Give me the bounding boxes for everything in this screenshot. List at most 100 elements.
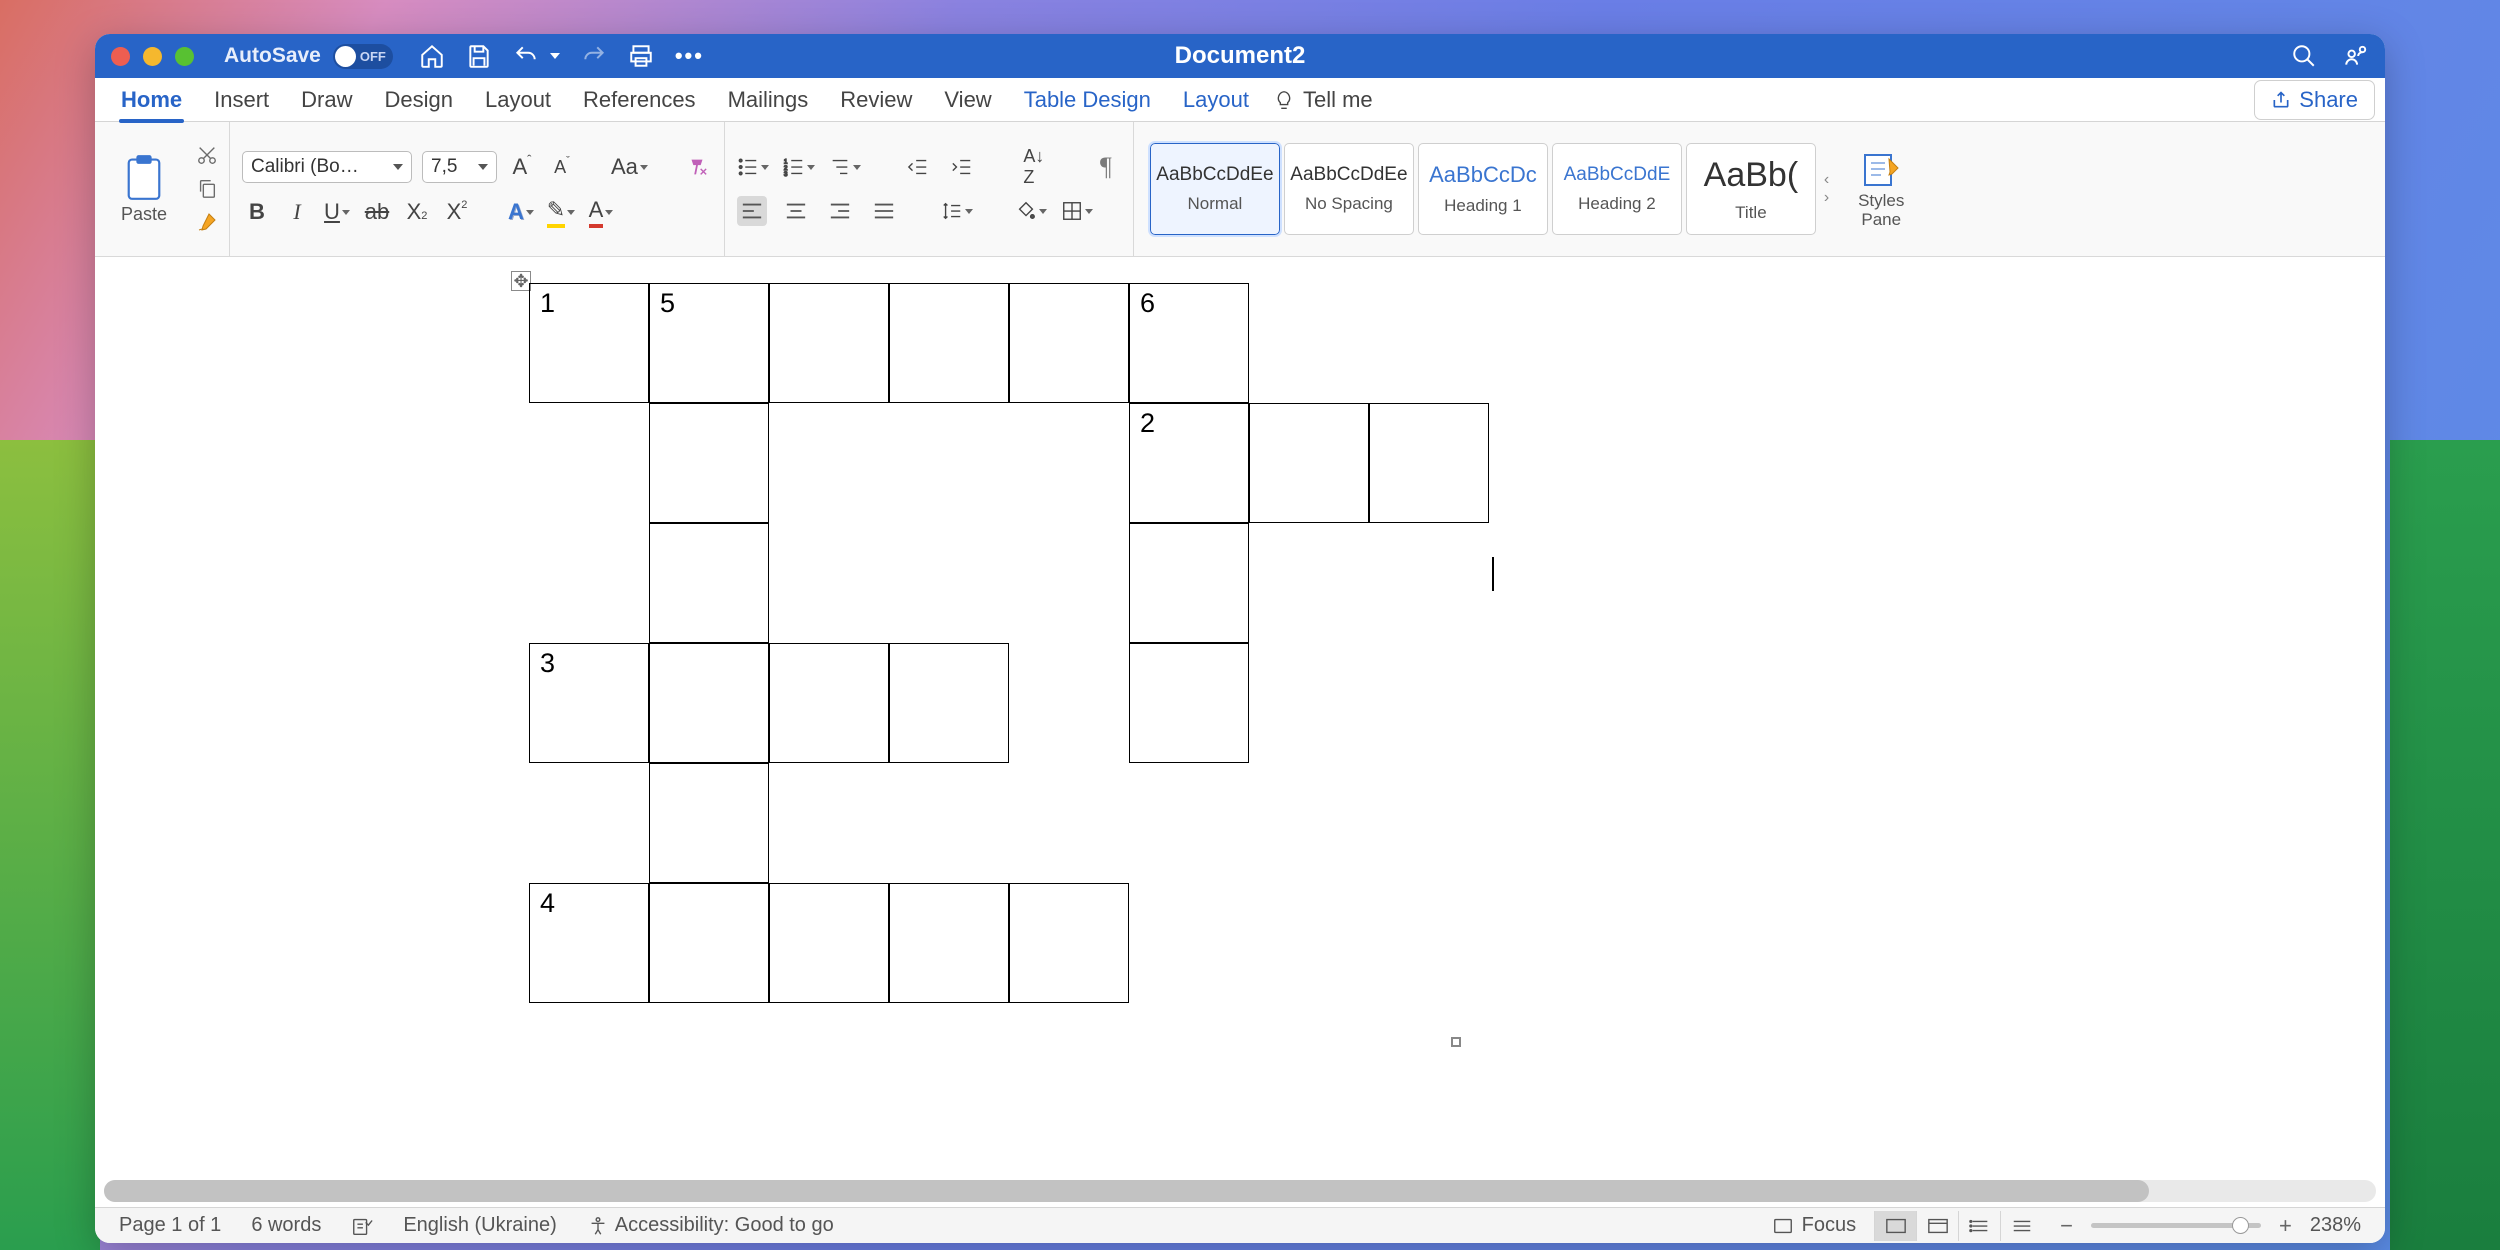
copy-icon[interactable]: [196, 177, 218, 199]
redo-icon[interactable]: [581, 43, 607, 69]
align-center-button[interactable]: [781, 196, 811, 226]
zoom-in-button[interactable]: +: [2279, 1213, 2292, 1239]
decrease-indent-button[interactable]: [903, 152, 933, 182]
cell-6[interactable]: 6: [1130, 284, 1248, 323]
underline-button[interactable]: U: [322, 197, 352, 227]
web-layout-view[interactable]: [1916, 1211, 1958, 1241]
minimize-window-button[interactable]: [143, 47, 162, 66]
paragraph-group: 123 A↓Z ¶: [725, 122, 1134, 256]
cell-1[interactable]: 1: [530, 284, 648, 323]
search-icon[interactable]: [2291, 43, 2317, 69]
outline-view[interactable]: [1958, 1211, 2000, 1241]
word-count[interactable]: 6 words: [251, 1214, 321, 1237]
tab-layout[interactable]: Layout: [469, 78, 567, 122]
tab-design[interactable]: Design: [369, 78, 469, 122]
ribbon-tabs: Home Insert Draw Design Layout Reference…: [95, 78, 2385, 122]
tab-table-layout[interactable]: Layout: [1167, 78, 1265, 122]
save-icon[interactable]: [466, 43, 492, 69]
shrink-font-button[interactable]: Aˇ: [547, 152, 577, 182]
align-right-button[interactable]: [825, 196, 855, 226]
undo-dropdown-icon[interactable]: [550, 53, 560, 59]
status-bar: Page 1 of 1 6 words English (Ukraine) Ac…: [95, 1207, 2385, 1243]
titlebar: AutoSave OFF ••• Document2: [95, 34, 2385, 78]
shading-button[interactable]: [1015, 196, 1047, 226]
sort-button[interactable]: A↓Z: [1019, 152, 1049, 182]
share-label: Share: [2299, 87, 2358, 113]
tab-insert[interactable]: Insert: [198, 78, 285, 122]
tab-references[interactable]: References: [567, 78, 712, 122]
style-no-spacing[interactable]: AaBbCcDdEe No Spacing: [1284, 143, 1414, 235]
table-resize-handle[interactable]: [1451, 1037, 1461, 1047]
tell-me-button[interactable]: Tell me: [1273, 87, 1373, 113]
tab-review[interactable]: Review: [824, 78, 928, 122]
autosave-label: AutoSave: [224, 44, 321, 68]
justify-button[interactable]: [869, 196, 899, 226]
language-indicator[interactable]: English (Ukraine): [403, 1214, 556, 1237]
zoom-slider[interactable]: [2091, 1223, 2261, 1228]
style-title[interactable]: AaBb( Title: [1686, 143, 1816, 235]
focus-mode-button[interactable]: Focus: [1772, 1214, 1856, 1237]
page-indicator[interactable]: Page 1 of 1: [119, 1214, 221, 1237]
numbering-button[interactable]: 123: [783, 152, 815, 182]
bullets-button[interactable]: [737, 152, 769, 182]
crossword-table[interactable]: 1 5 6 2 3: [529, 283, 1489, 1003]
font-name-combo[interactable]: Calibri (Bo…: [242, 151, 412, 183]
format-painter-icon[interactable]: [195, 210, 219, 234]
tab-home[interactable]: Home: [105, 78, 198, 122]
cell-2[interactable]: 2: [1130, 404, 1248, 443]
autosave-toggle[interactable]: OFF: [333, 44, 393, 69]
focus-icon: [1772, 1215, 1794, 1237]
fullscreen-window-button[interactable]: [175, 47, 194, 66]
paste-button[interactable]: Paste: [105, 153, 183, 225]
superscript-button[interactable]: X2: [442, 197, 472, 227]
subscript-button[interactable]: X2: [402, 197, 432, 227]
more-icon[interactable]: •••: [675, 43, 704, 69]
font-size-combo[interactable]: 7,5: [422, 151, 497, 183]
multilevel-list-button[interactable]: [829, 152, 861, 182]
accessibility-indicator[interactable]: Accessibility: Good to go: [587, 1214, 834, 1237]
horizontal-scrollbar[interactable]: [104, 1180, 2376, 1202]
text-effects-button[interactable]: A: [506, 197, 536, 227]
ribbon-home: Paste Calibri (Bo… 7,5 Aˆ Aˇ Aa: [95, 122, 2385, 257]
close-window-button[interactable]: [111, 47, 130, 66]
draft-view[interactable]: [2000, 1211, 2042, 1241]
change-case-button[interactable]: Aa: [611, 152, 648, 182]
style-heading-2[interactable]: AaBbCcDdE Heading 2: [1552, 143, 1682, 235]
bold-button[interactable]: B: [242, 197, 272, 227]
cell-3[interactable]: 3: [530, 644, 648, 683]
tab-table-design[interactable]: Table Design: [1008, 78, 1167, 122]
tab-view[interactable]: View: [928, 78, 1007, 122]
zoom-level[interactable]: 238%: [2310, 1214, 2361, 1237]
clear-formatting-button[interactable]: [682, 152, 712, 182]
borders-button[interactable]: [1061, 196, 1093, 226]
style-normal[interactable]: AaBbCcDdEe Normal: [1150, 143, 1280, 235]
cell-4[interactable]: 4: [530, 884, 648, 923]
home-icon[interactable]: [419, 43, 445, 69]
line-spacing-button[interactable]: [941, 196, 973, 226]
tab-draw[interactable]: Draw: [285, 78, 368, 122]
highlight-button[interactable]: ✎: [546, 197, 576, 227]
show-marks-button[interactable]: ¶: [1091, 152, 1121, 182]
increase-indent-button[interactable]: [947, 152, 977, 182]
styles-pane-button[interactable]: Styles Pane: [1845, 149, 1917, 229]
document-area[interactable]: ✥ 1 5 6 2 3: [95, 257, 2385, 1207]
cut-icon[interactable]: [196, 144, 218, 166]
font-color-button[interactable]: A: [586, 197, 616, 227]
clipboard-icon: [122, 153, 166, 201]
cell-5[interactable]: 5: [650, 284, 768, 323]
strikethrough-button[interactable]: ab: [362, 197, 392, 227]
undo-icon[interactable]: [513, 43, 539, 69]
align-left-button[interactable]: [737, 196, 767, 226]
italic-button[interactable]: I: [282, 197, 312, 227]
table-move-handle[interactable]: ✥: [511, 271, 531, 291]
print-layout-view[interactable]: [1874, 1211, 1916, 1241]
spellcheck-icon[interactable]: [351, 1215, 373, 1237]
styles-gallery-nav[interactable]: ‹›: [1820, 171, 1833, 207]
tab-mailings[interactable]: Mailings: [712, 78, 825, 122]
share-button[interactable]: Share: [2254, 80, 2375, 120]
print-icon[interactable]: [628, 43, 654, 69]
style-heading-1[interactable]: AaBbCcDc Heading 1: [1418, 143, 1548, 235]
zoom-out-button[interactable]: −: [2060, 1213, 2073, 1239]
share-hub-icon[interactable]: [2343, 43, 2369, 69]
grow-font-button[interactable]: Aˆ: [507, 152, 537, 182]
